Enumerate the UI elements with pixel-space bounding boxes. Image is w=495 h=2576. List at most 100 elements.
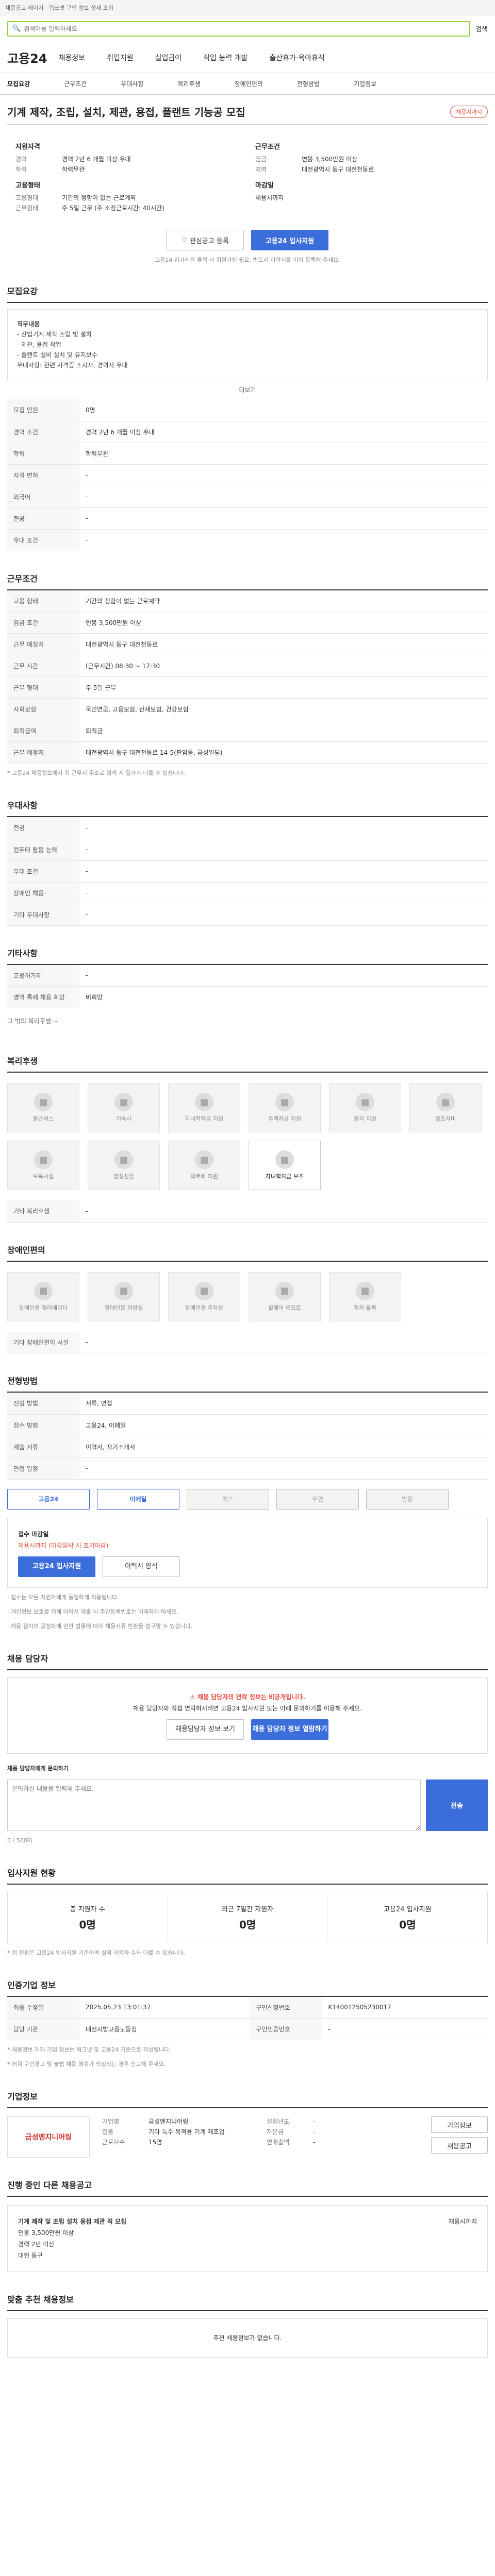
section-title: 우대사항 — [7, 799, 488, 817]
row-value: 고용24, 이메일 — [79, 1414, 488, 1436]
bus-icon: ■ — [34, 1093, 53, 1111]
qa-send-button[interactable]: 전송 — [426, 1779, 488, 1831]
table-row: 경력 조건 경력 2년 6 개월 이상 우대 — [7, 421, 488, 443]
row-value: - — [79, 839, 488, 861]
kv-value: 기간의 정함이 없는 근로계약 — [62, 194, 136, 201]
apply-button[interactable]: 고용24 입사지원 — [251, 230, 328, 250]
kv-key: 임금 — [255, 156, 267, 163]
dormitory-icon: ■ — [114, 1093, 133, 1111]
welfare-label: 자녀학자금 보조 — [265, 1173, 304, 1180]
row-key: 기타 복리후생 — [7, 1200, 79, 1223]
disabled-icons: ■ 장애인용 엘리베이터 ■ 장애인용 화장실 ■ 장애인용 주차장 ■ 휠체어 리프트… — [7, 1272, 488, 1321]
tab-welfare[interactable]: 복리후생 — [178, 79, 201, 88]
stat-item: 총 지원자 수 0명 — [8, 1892, 168, 1943]
save-job-label: 관심공고 등록 — [189, 237, 229, 245]
screening-section: 전형방법 전형 방법 서류, 면접 접수 방법 고용24, 이메일 제출 서류 이력서… — [7, 1374, 488, 1631]
kv-value: - — [313, 2128, 316, 2136]
kv-value: - — [313, 2118, 316, 2125]
requirements-section: 모집요강 직무내용 - 산업기계 제작 조립 및 설치 - 제관, 용접 작업 … — [7, 284, 488, 551]
welfare-item: ■ 통근버스 — [7, 1083, 79, 1132]
company-info-button[interactable]: 기업정보 — [431, 2116, 488, 2133]
row-key: 기타 장애인편의 시설 — [7, 1331, 79, 1353]
row-value: 비희망 — [79, 986, 488, 1008]
table-row: 학력 학력무관 — [7, 443, 488, 465]
kv-key: 경력 — [15, 156, 27, 163]
similar-job-card[interactable]: 기계 제작 및 조립 설치 용접 제관 직 모집 연봉 3,500만원 이상 경… — [7, 2205, 488, 2272]
tab-prefer[interactable]: 우대사항 — [121, 79, 143, 88]
table-row: 전공 - — [7, 817, 488, 839]
gift-icon: ■ — [436, 1093, 455, 1111]
row-key: 전공 — [7, 817, 79, 839]
row-key: 전공 — [7, 507, 79, 530]
table-row: 병역 특례 채용 희망 비희망 — [7, 986, 488, 1008]
similar-section: 진행 중인 다른 채용공고 기계 제작 및 조립 설치 용접 제관 직 모집 연… — [7, 2178, 488, 2272]
tab-requirements[interactable]: 모집요강 — [7, 79, 30, 88]
similar-job-deadline: 채용시까지 — [448, 2218, 477, 2225]
save-job-button[interactable]: ♡ 관심공고 등록 — [167, 230, 244, 250]
nav-item[interactable]: 취업지원 — [107, 53, 134, 63]
summary-left: 지원자격 경력 경력 2년 6 개월 이상 우대 학력 학력무관 고용형태 고용형태… — [15, 136, 240, 213]
row-key: 면접 일정 — [7, 1458, 79, 1480]
row-key: 우대 조건 — [7, 860, 79, 883]
applicants-section: 입사지원 현황 총 지원자 수 0명 최근 7일간 지원자 0명 고용24 입사지원… — [7, 1866, 488, 1958]
kv-row: 근로자수 15명 — [102, 2137, 254, 2147]
top-info-bar: 채용공고 페이지 · 워크넷 구인 정보 상세 조회 — [0, 0, 495, 15]
row-key: 구인신청번호 — [250, 1996, 322, 2019]
manager-open-button[interactable]: 채용 담당자 정보 열람하기 — [251, 1719, 328, 1740]
more-button[interactable]: 더보기 — [219, 385, 276, 394]
info-note: * 허위 구인광고 및 불법 채용 행위가 의심되는 경우 신고해 주세요. — [7, 2061, 166, 2067]
tab-screening[interactable]: 전형방법 — [297, 79, 320, 88]
apply-deadline-value: 채용시까지 (마감임박 시 조기마감) — [18, 1541, 109, 1549]
nav-item[interactable]: 채용정보 — [59, 53, 86, 63]
company-actions: 기업정보 채용공고 — [431, 2116, 488, 2158]
search-button[interactable]: 검색 — [475, 24, 488, 33]
cond-label: 근무조건 — [255, 143, 280, 151]
company-jobs-button[interactable]: 채용공고 — [431, 2137, 488, 2154]
row-value: 대전광역시 동구 대전천동로 14-5(판암동, 금성빌딩) — [79, 741, 488, 764]
form-label: 고용형태 — [15, 182, 40, 190]
table-row: 임금 조건 연봉 3,500만원 이상 — [7, 612, 488, 634]
row-key: 우대 조건 — [7, 529, 79, 551]
method-email[interactable]: 이메일 — [97, 1488, 179, 1510]
row-value: - — [79, 1458, 488, 1480]
section-title: 복리후생 — [7, 1054, 488, 1073]
job-title: 기계 제작, 조립, 설치, 제관, 용접, 플랜트 기능공 모집 — [7, 106, 245, 118]
tab-disabled[interactable]: 장애인편의 — [235, 79, 263, 88]
etc-section: 기타사항 고용허가제 - 병역 특례 채용 희망 비희망 그 밖의 복리후생: - — [7, 946, 488, 1034]
section-title: 진행 중인 다른 채용공고 — [7, 2178, 488, 2197]
qa-textarea[interactable] — [7, 1779, 421, 1831]
search-box[interactable]: 🔍 — [7, 21, 471, 37]
site-logo[interactable]: 고용24 — [7, 48, 47, 66]
row-key: 고용 형태 — [7, 590, 79, 612]
tab-company[interactable]: 기업정보 — [354, 79, 376, 88]
method-worknet[interactable]: 고용24 — [7, 1488, 90, 1510]
row-value: K140012505230017 — [322, 1996, 488, 2019]
nav-item[interactable]: 실업급여 — [155, 53, 182, 63]
house-icon: ■ — [275, 1093, 294, 1111]
manager-info-button[interactable]: 채용담당자 정보 보기 — [167, 1719, 244, 1740]
section-tabs: 모집요강 근무조건 우대사항 복리후생 장애인편의 전형방법 기업정보 — [0, 73, 495, 95]
scholarship-icon: ■ — [275, 1150, 294, 1169]
apply-actions: 고용24 입사지원 이력서 양식 — [18, 1556, 477, 1577]
section-title: 채용 담당자 — [7, 1652, 488, 1670]
welfare-item: ■ 자녀학자금 지원 — [168, 1083, 240, 1132]
nav-item[interactable]: 출산휴가·육아휴직 — [269, 53, 325, 63]
nav-item[interactable]: 직업 능력 개발 — [203, 53, 248, 63]
row-key: 모집 인원 — [7, 399, 79, 421]
table-row: 근무 예정지 대전광역시 동구 대전천동로 — [7, 633, 488, 655]
apply-button-2[interactable]: 고용24 입사지원 — [18, 1556, 95, 1577]
tab-conditions[interactable]: 근무조건 — [64, 79, 87, 88]
similar-job-title[interactable]: 기계 제작 및 조립 설치 용접 제관 직 모집 — [18, 2218, 126, 2225]
resume-form-button[interactable]: 이력서 양식 — [103, 1556, 180, 1577]
section-title: 장애인편의 — [7, 1243, 488, 1262]
braille-icon: ■ — [356, 1281, 374, 1300]
row-key: 최종 수정일 — [7, 1996, 79, 2019]
facility-item: ■ 장애인용 화장실 — [88, 1272, 160, 1321]
kv-row: 업종 기타 특수 목적용 기계 제조업 — [102, 2127, 254, 2137]
search-input[interactable] — [24, 25, 466, 32]
main-nav: 채용정보 취업지원 실업급여 직업 능력 개발 출산휴가·육아휴직 — [59, 53, 325, 63]
facility-label: 장애인용 주차장 — [185, 1304, 224, 1311]
section-title: 인증기업 정보 — [7, 1978, 488, 1997]
job-description-line: - 플랜트 설비 설치 및 유지보수 — [17, 351, 97, 359]
stat-item: 최근 7일간 지원자 0명 — [168, 1892, 328, 1943]
